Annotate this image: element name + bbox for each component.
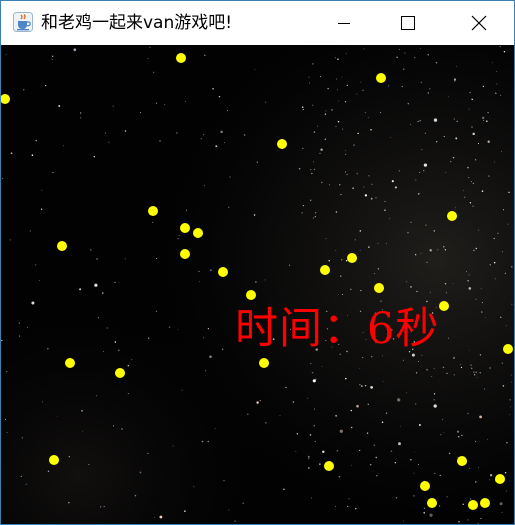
- title-bar[interactable]: 和老鸡一起来van游戏吧!: [1, 1, 514, 45]
- yellow-ball: [218, 267, 228, 277]
- minimize-button[interactable]: [321, 1, 367, 45]
- yellow-ball: [439, 301, 449, 311]
- game-window: 和老鸡一起来van游戏吧! 时间：6秒: [0, 0, 515, 525]
- yellow-ball: [65, 358, 75, 368]
- yellow-ball: [457, 456, 467, 466]
- yellow-ball: [180, 223, 190, 233]
- yellow-ball: [115, 368, 125, 378]
- minimize-icon: [338, 23, 350, 24]
- yellow-ball: [447, 211, 457, 221]
- yellow-ball: [503, 344, 513, 354]
- yellow-ball: [374, 283, 384, 293]
- game-canvas[interactable]: 时间：6秒: [1, 45, 514, 524]
- yellow-ball: [420, 481, 430, 491]
- yellow-ball: [480, 498, 490, 508]
- timer-text: 时间：6秒: [235, 304, 440, 354]
- yellow-ball: [57, 241, 67, 251]
- yellow-ball: [427, 498, 437, 508]
- yellow-ball: [259, 358, 269, 368]
- yellow-ball: [324, 461, 334, 471]
- yellow-ball: [148, 206, 158, 216]
- yellow-ball: [320, 265, 330, 275]
- yellow-ball: [246, 290, 256, 300]
- yellow-ball: [180, 249, 190, 259]
- yellow-ball: [277, 139, 287, 149]
- close-icon: [471, 15, 487, 31]
- java-cup-icon: [13, 12, 33, 32]
- starfield-background: [1, 45, 514, 524]
- yellow-ball: [495, 474, 505, 484]
- yellow-ball: [376, 73, 386, 83]
- maximize-icon: [401, 16, 415, 30]
- yellow-ball: [347, 253, 357, 263]
- yellow-ball: [49, 455, 59, 465]
- yellow-ball: [468, 500, 478, 510]
- close-button[interactable]: [456, 1, 502, 45]
- maximize-button[interactable]: [385, 1, 431, 45]
- window-title: 和老鸡一起来van游戏吧!: [41, 13, 233, 33]
- yellow-ball: [193, 228, 203, 238]
- yellow-ball: [176, 53, 186, 63]
